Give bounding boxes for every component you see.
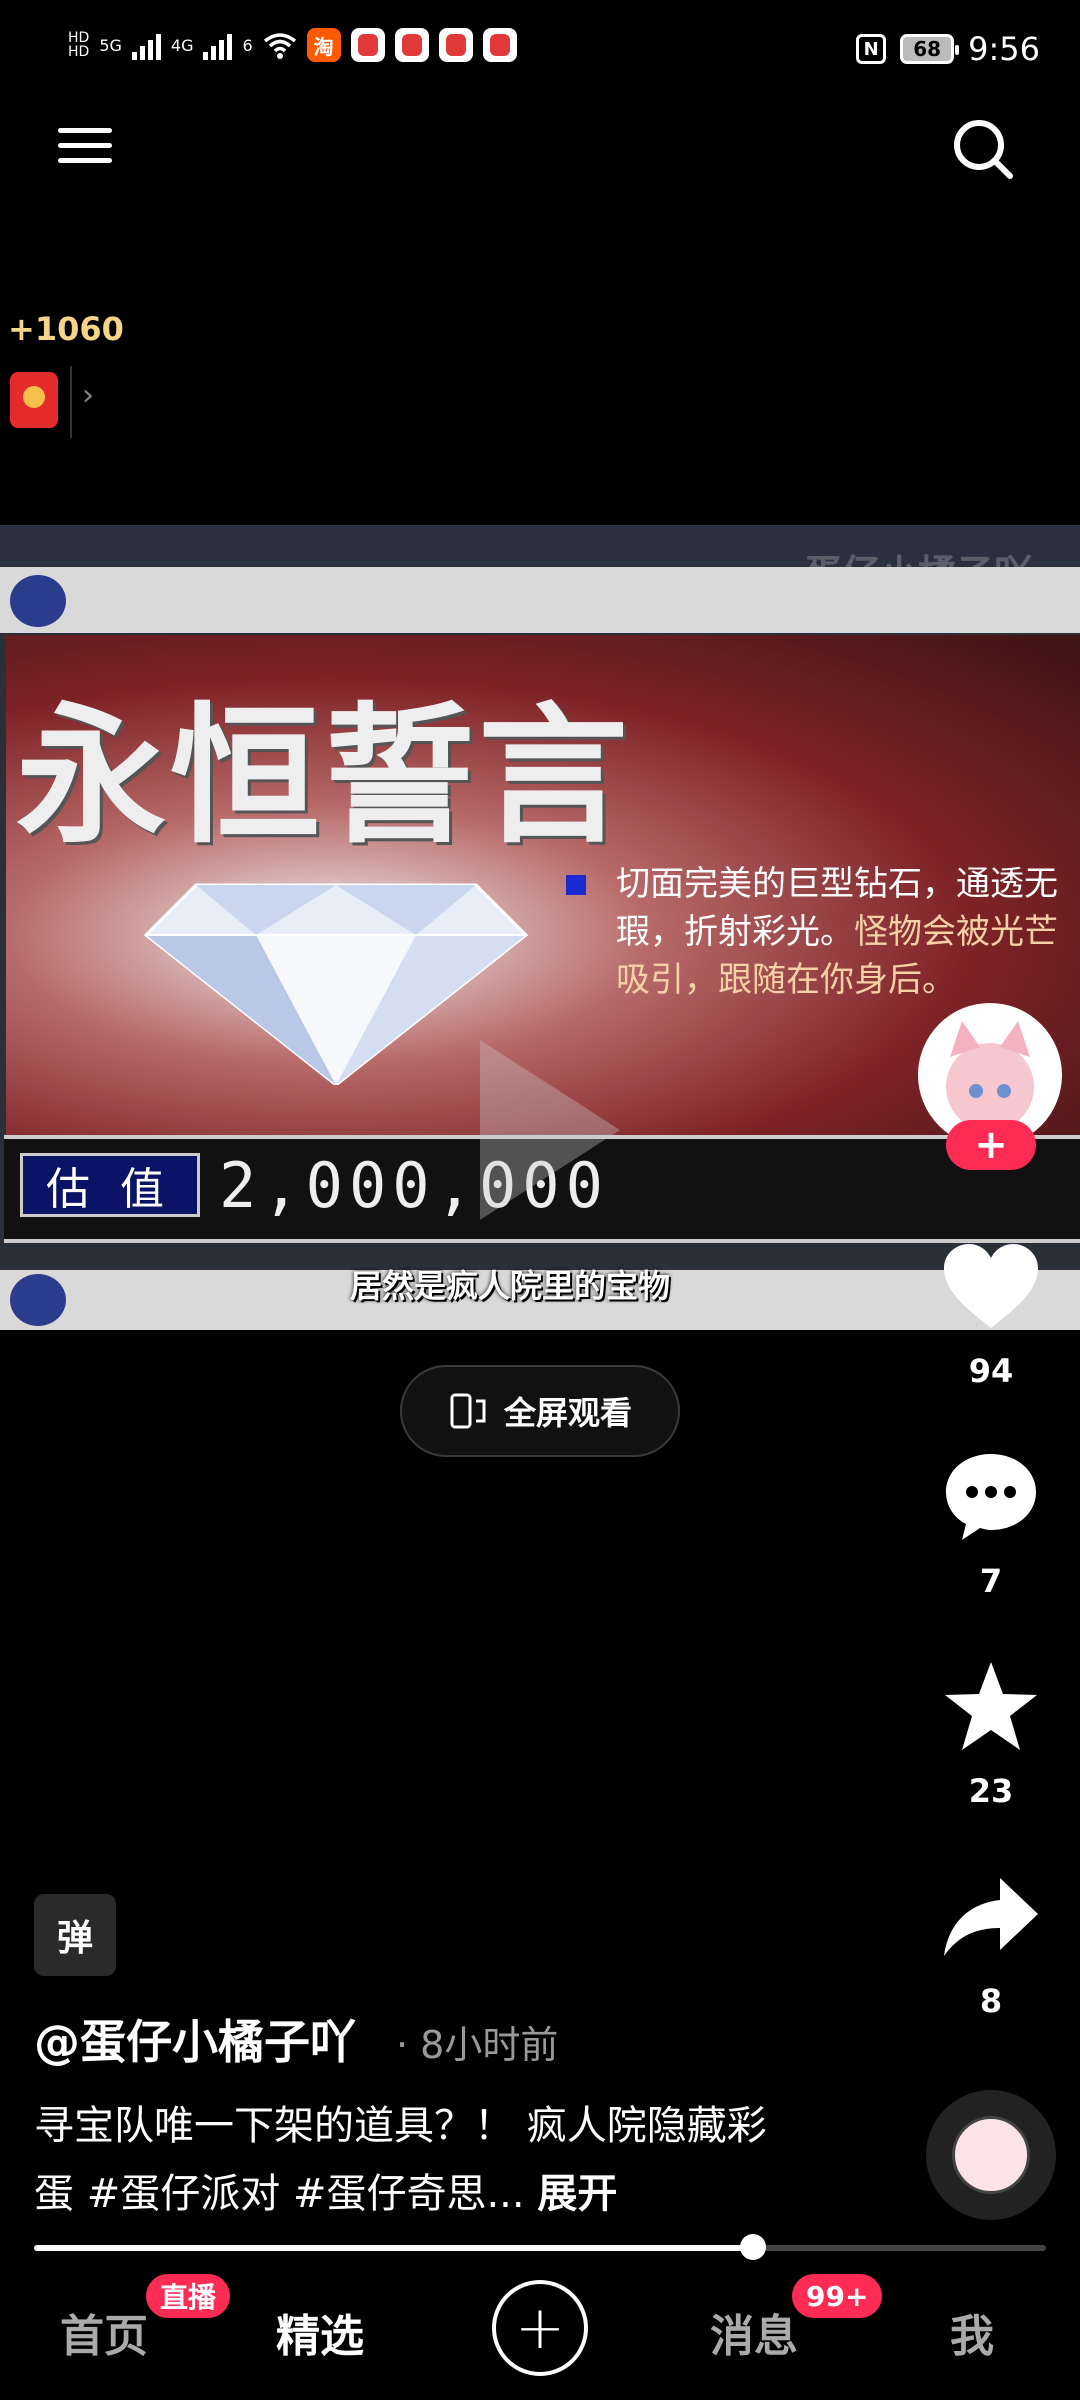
taobao-app-icon: 淘 (306, 28, 341, 62)
network-4g: 4G (170, 35, 194, 55)
clock: 9:56 (968, 30, 1040, 68)
nfc-icon: N (856, 34, 887, 64)
comment-count: 7 (979, 1562, 1003, 1600)
status-left: HD HD 5G 4G 6 淘 (68, 28, 517, 62)
network-6: 6 (242, 35, 253, 55)
fullscreen-button[interactable]: 全屏观看 (400, 1365, 680, 1457)
slide-description: 切面完美的巨型钻石，通透无瑕，折射彩光。怪物会被光芒吸引，跟随在你身后。 (616, 860, 1080, 1004)
author-name[interactable]: @蛋仔小橘子吖 (34, 2006, 356, 2072)
rotate-screen-icon (450, 1393, 486, 1429)
coin-reward-text[interactable]: +1060 (8, 310, 124, 348)
bullet-icon (566, 875, 586, 895)
music-disc-icon[interactable] (926, 2090, 1056, 2220)
game-logo-icon (10, 1274, 66, 1326)
desc-text: 寻宝队唯一下架的道具？！ 疯人院隐藏彩蛋 #蛋仔派对 #蛋仔奇思... (34, 2103, 767, 2217)
progress-thumb[interactable] (740, 2234, 766, 2260)
game-logo-icon (10, 575, 66, 627)
status-bar: HD HD 5G 4G 6 淘 N 68 9:56 (0, 0, 1080, 100)
share-icon[interactable] (940, 1870, 1042, 1966)
battery-icon: 68 (900, 34, 960, 64)
nav-home[interactable]: 首页 (60, 2300, 148, 2364)
star-icon[interactable] (940, 1658, 1042, 1754)
nav-messages[interactable]: 消息 (710, 2300, 798, 2364)
music-cover (952, 2116, 1030, 2194)
notification-app-icon (438, 28, 473, 62)
expand-link[interactable]: 展开 (537, 2171, 617, 2217)
video-subtitle: 居然是疯人院里的宝物 (350, 1267, 671, 1305)
video-header-band (0, 567, 1080, 633)
value-label: 估值 (20, 1153, 200, 1217)
divider (70, 366, 72, 438)
notification-app-icon (350, 28, 385, 62)
wifi-icon (263, 33, 296, 59)
notification-app-icon (482, 28, 517, 62)
signal-icon (131, 30, 161, 60)
heart-icon[interactable] (940, 1240, 1042, 1336)
danmaku-tag[interactable]: 弹 (34, 1894, 116, 1976)
nav-featured[interactable]: 精选 (276, 2300, 364, 2364)
slide-title: 永恒誓言 (16, 688, 633, 864)
red-packet-icon[interactable] (10, 372, 58, 428)
comment-icon[interactable] (940, 1448, 1042, 1544)
play-icon[interactable] (470, 1030, 630, 1230)
nav-me[interactable]: 我 (950, 2300, 994, 2364)
fullscreen-label: 全屏观看 (503, 1394, 632, 1432)
follow-button[interactable]: + (946, 1120, 1036, 1170)
messages-badge: 99+ (792, 2274, 883, 2318)
like-count: 94 (968, 1352, 1014, 1390)
signal-icon-2 (203, 30, 233, 60)
hd-icon: HD HD (68, 30, 90, 60)
notification-app-icon (394, 28, 429, 62)
post-time: · 8小时前 (396, 2023, 559, 2067)
progress-fill (34, 2245, 753, 2251)
menu-icon[interactable] (58, 122, 112, 176)
share-count: 8 (979, 1982, 1003, 2020)
status-right: N 68 9:56 (856, 30, 1040, 68)
search-icon[interactable] (950, 116, 1016, 182)
network-5g: 5G (99, 35, 122, 55)
chevron-right-icon[interactable]: › (82, 378, 94, 413)
video-player[interactable]: 蛋仔小橘子吖 永恒誓言 切面完美的巨型钻石，通透无瑕，折射彩光。怪物会被光芒吸引… (0, 525, 1080, 1330)
video-description[interactable]: 寻宝队唯一下架的道具？！ 疯人院隐藏彩蛋 #蛋仔派对 #蛋仔奇思... 展开 (34, 2092, 794, 2228)
live-badge: 直播 (146, 2274, 231, 2318)
favorite-count: 23 (968, 1772, 1014, 1810)
add-button[interactable]: + (492, 2280, 588, 2376)
